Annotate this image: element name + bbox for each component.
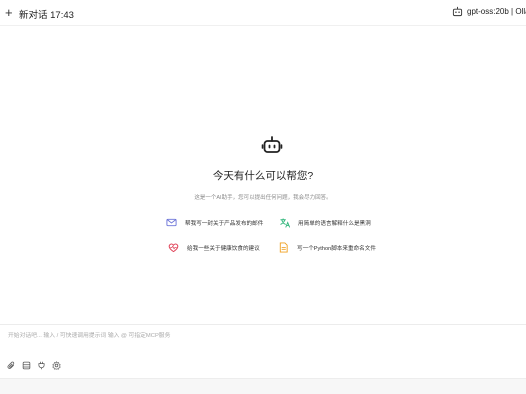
file-icon (277, 242, 289, 254)
message-input-placeholder: 开始对话吧... 输入 / 可快速调用提示词 输入 @ 可指定MCP服务 (8, 333, 171, 339)
suggestion-label: 用简单的语言解释什么是黑洞 (298, 220, 371, 227)
robot-icon (261, 136, 283, 153)
heart-icon (167, 242, 179, 254)
model-label: gpt-oss:20b | Ollar (467, 7, 526, 16)
welcome-subtitle: 这是一个AI助手，您可以提出任何问题，我会尽力回答。 (194, 195, 332, 201)
header-bar: + 新对话 17:43 gpt-oss:20b | Ollar (0, 0, 526, 26)
attach-icon[interactable] (6, 360, 16, 370)
suggestion-health[interactable]: 给我一些关于健康饮食的建议 (167, 239, 260, 256)
suggestion-label: 写一个Python脚本来重命名文件 (297, 245, 376, 252)
conversation-title: 新对话 17:43 (19, 10, 74, 21)
suggestion-explain[interactable]: 用简单的语言解释什么是黑洞 (278, 214, 371, 231)
database-icon[interactable] (21, 360, 31, 370)
suggestion-label: 帮我写一封关于产品发布的邮件 (185, 220, 264, 227)
translate-icon (278, 217, 290, 229)
welcome-title: 今天有什么可以帮您? (212, 170, 314, 182)
suggestion-email[interactable]: 帮我写一封关于产品发布的邮件 (165, 214, 263, 231)
plug-icon[interactable] (36, 360, 46, 370)
footer-strip (0, 378, 526, 394)
new-chat-button[interactable]: + (5, 6, 17, 20)
suggestion-label: 给我一些关于健康饮食的建议 (187, 245, 260, 252)
mail-icon (165, 217, 177, 229)
settings-icon[interactable] (51, 360, 61, 370)
robot-icon (452, 6, 463, 17)
input-toolbar (6, 360, 66, 370)
model-selector[interactable]: gpt-oss:20b | Ollar (452, 6, 526, 17)
suggestion-python[interactable]: 写一个Python脚本来重命名文件 (277, 239, 376, 256)
message-input-area[interactable]: 开始对话吧... 输入 / 可快速调用提示词 输入 @ 可指定MCP服务 (0, 324, 526, 378)
chat-app: + 新对话 17:43 gpt-oss:20b | Ollar 今天有什么可以帮… (0, 0, 526, 394)
